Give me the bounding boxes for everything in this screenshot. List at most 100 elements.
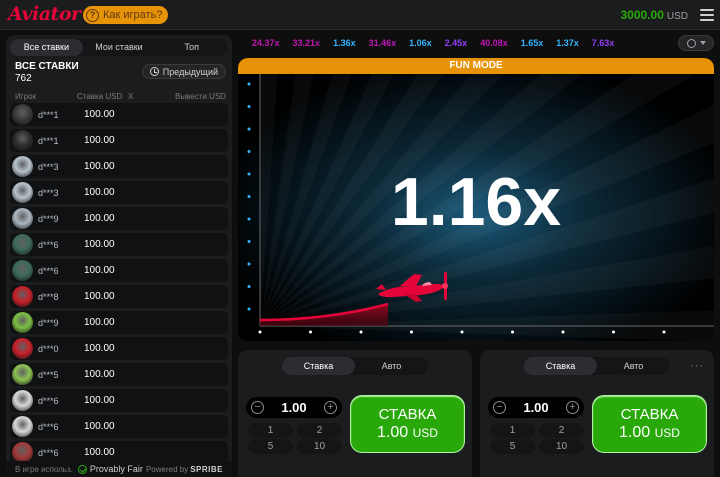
table-row: d***6 100.00: [10, 233, 228, 256]
table-row: d***8 100.00: [10, 285, 228, 308]
multiplier-badge[interactable]: 1.06x: [403, 38, 438, 48]
player-name: d***6: [38, 421, 59, 432]
place-bet-button[interactable]: СТАВКА 1.00 USD: [350, 395, 465, 453]
avatar: [12, 338, 33, 359]
column-stake: Ставка USD: [77, 92, 123, 101]
avatar: [12, 312, 33, 333]
table-row: d***6 100.00: [10, 389, 228, 412]
stake-amount: 100.00: [84, 317, 115, 328]
tab-auto[interactable]: Авто: [355, 357, 428, 375]
quick-amount-5[interactable]: 5: [248, 439, 293, 454]
place-bet-button[interactable]: СТАВКА 1.00 USD: [592, 395, 707, 453]
quick-amount-10[interactable]: 10: [297, 439, 342, 454]
bet-button-label: СТАВКА: [378, 406, 437, 423]
top-bar: Aviator ? Как играть? 3000.00 USD: [0, 0, 720, 30]
multiplier-badge[interactable]: 1.36x: [327, 38, 362, 48]
bet-amount-value[interactable]: 1.00: [281, 400, 306, 415]
balance: 3000.00 USD: [620, 8, 688, 22]
multiplier-badge[interactable]: 31.46x: [363, 38, 403, 48]
quick-amount-1[interactable]: 1: [490, 423, 535, 438]
tab-my-bets[interactable]: Мои ставки: [83, 39, 156, 56]
all-bets-title: ВСЕ СТАВКИ: [15, 61, 79, 72]
tab-bet[interactable]: Ставка: [282, 357, 355, 375]
avatar: [12, 364, 33, 385]
avatar: [12, 104, 33, 125]
stake-amount: 100.00: [84, 369, 115, 380]
multiplier-badge[interactable]: 1.37x: [550, 38, 585, 48]
bets-list: d***1 100.00 d***1 100.00 d***3 100.00 d***3 10…: [10, 103, 228, 467]
player-name: d***9: [38, 213, 59, 224]
stake-amount: 100.00: [84, 421, 115, 432]
minus-icon[interactable]: −: [251, 401, 264, 414]
minus-icon[interactable]: −: [493, 401, 506, 414]
hamburger-menu-icon[interactable]: [700, 9, 714, 21]
avatar: [12, 286, 33, 307]
bet-amount-value[interactable]: 1.00: [523, 400, 548, 415]
bet-button-value: 1.00: [377, 424, 409, 441]
stake-amount: 100.00: [84, 161, 115, 172]
multiplier-badge[interactable]: 7.63x: [586, 38, 621, 48]
bet-button-label: СТАВКА: [620, 406, 679, 423]
table-row: d***3 100.00: [10, 155, 228, 178]
avatar: [12, 390, 33, 411]
tab-top[interactable]: Топ: [155, 39, 228, 56]
quick-amount-5[interactable]: 5: [490, 439, 535, 454]
bet-amount-stepper: − 1.00 +: [488, 397, 584, 418]
quick-amount-2[interactable]: 2: [297, 423, 342, 438]
tab-all-bets[interactable]: Все ставки: [10, 39, 83, 56]
quick-amount-10[interactable]: 10: [539, 439, 584, 454]
spribe-logo: SPRIBE: [190, 464, 223, 474]
multiplier-badge[interactable]: 2.45x: [439, 38, 474, 48]
previous-label: Предыдущий: [162, 66, 218, 77]
avatar: [12, 182, 33, 203]
previous-round-button[interactable]: Предыдущий: [141, 64, 226, 79]
question-icon: ?: [86, 8, 99, 22]
all-bets-count: 762: [15, 73, 32, 84]
how-to-play-button[interactable]: ? Как играть?: [83, 6, 169, 24]
stake-amount: 100.00: [84, 265, 115, 276]
plus-icon[interactable]: +: [566, 401, 579, 414]
stake-amount: 100.00: [84, 447, 115, 458]
left-footer: В игре использ. Provably Fair Powered by…: [6, 461, 232, 477]
player-name: d***3: [38, 187, 59, 198]
table-row: d***1 100.00: [10, 103, 228, 126]
bet-button-amount: 1.00 USD: [593, 424, 706, 442]
more-options-icon[interactable]: ···: [690, 360, 704, 372]
tab-auto[interactable]: Авто: [597, 357, 670, 375]
player-name: d***6: [38, 447, 59, 458]
player-name: d***9: [38, 317, 59, 328]
bet-button-currency: USD: [654, 426, 680, 440]
quick-amount-2[interactable]: 2: [539, 423, 584, 438]
stake-amount: 100.00: [84, 187, 115, 198]
table-row: d***9 100.00: [10, 207, 228, 230]
player-name: d***0: [38, 343, 59, 354]
bet-tabs-1: Ставка Авто: [282, 357, 428, 375]
column-player: Игрок: [15, 92, 37, 101]
bet-button-value: 1.00: [619, 424, 651, 441]
multiplier-badge[interactable]: 1.65x: [515, 38, 550, 48]
stake-amount: 100.00: [84, 109, 115, 120]
bets-panel: Все ставки Мои ставки Топ ВСЕ СТАВКИ 762…: [6, 35, 232, 477]
multiplier-badge[interactable]: 33.21x: [287, 38, 327, 48]
player-name: d***6: [38, 265, 59, 276]
airplane-icon: [376, 272, 448, 302]
tab-bet[interactable]: Ставка: [524, 357, 597, 375]
aviator-app: Aviator ? Как играть? 3000.00 USD Все ста…: [0, 0, 720, 477]
player-name: d***1: [38, 135, 59, 146]
avatar: [12, 260, 33, 281]
bet-panel-2: Ставка Авто ··· − 1.00 + 1 2 5 10 СТАВКА…: [480, 350, 714, 477]
history-icon: [686, 38, 696, 48]
column-cashout: Вывести USD: [175, 92, 226, 101]
stake-amount: 100.00: [84, 135, 115, 146]
provably-fair-link[interactable]: Provably Fair: [77, 464, 143, 474]
plus-icon[interactable]: +: [324, 401, 337, 414]
column-x: X: [128, 92, 134, 101]
table-row: d***3 100.00: [10, 181, 228, 204]
multiplier-badge[interactable]: 24.37x: [246, 38, 286, 48]
provably-fair-label: Provably Fair: [89, 464, 143, 474]
quick-amount-1[interactable]: 1: [248, 423, 293, 438]
aviator-logo[interactable]: Aviator: [8, 3, 81, 25]
round-history-button[interactable]: [678, 35, 714, 51]
table-row: d***0 100.00: [10, 337, 228, 360]
multiplier-badge[interactable]: 40.08x: [474, 38, 514, 48]
